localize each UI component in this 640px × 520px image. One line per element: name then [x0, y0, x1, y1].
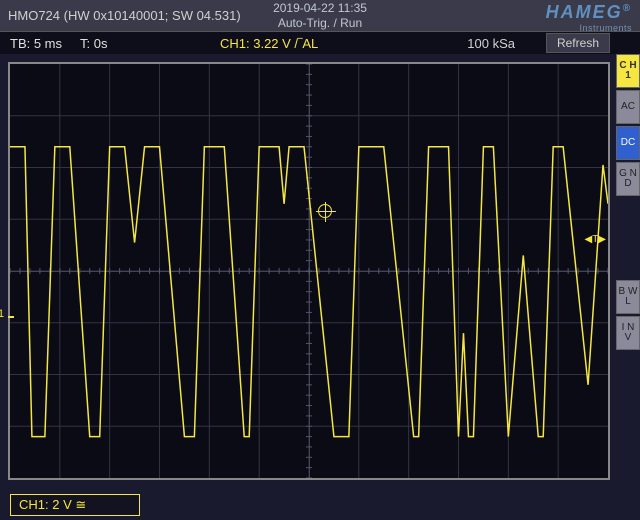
trigger-cursor-icon [318, 204, 332, 218]
ch1-zero-marker [8, 316, 14, 318]
brand-text: HAMEG [546, 2, 623, 22]
side-spacer [616, 198, 640, 278]
bandwidth-limit-button[interactable]: B W L [616, 280, 640, 314]
side-panel: C H 1 AC DC G N D B W L I N V [616, 54, 640, 350]
header-bar: HMO724 (HW 0x10140001; SW 04.531) 2019-0… [0, 0, 640, 32]
invert-button[interactable]: I N V [616, 316, 640, 350]
header-center: 2019-04-22 11:35 Auto-Trig. / Run [273, 1, 367, 30]
waveform-plot [10, 64, 608, 478]
trigger-mode: Auto-Trig. / Run [273, 16, 367, 30]
channel-1-button[interactable]: C H 1 [616, 54, 640, 88]
ch1-voltage: CH1: 3.22 V /‾AL [220, 36, 318, 51]
brand-logo: HAMEG® Instruments [546, 2, 632, 33]
coupling-gnd-button[interactable]: G N D [616, 162, 640, 196]
status-bar: TB: 5 ms T: 0s CH1: 3.22 V /‾AL 100 kSa … [0, 32, 640, 54]
sample-rate: 100 kSa [467, 36, 515, 51]
timebase-label: TB: 5 ms [10, 36, 62, 51]
refresh-button[interactable]: Refresh [546, 33, 610, 53]
device-id: HMO724 (HW 0x10140001; SW 04.531) [8, 8, 241, 23]
trigger-level-marker: ◀T▶ [585, 234, 607, 245]
coupling-dc-button[interactable]: DC [616, 126, 640, 160]
oscilloscope-grid: ◀T▶ [8, 62, 610, 480]
brand-sub: Instruments [546, 23, 632, 33]
timestamp: 2019-04-22 11:35 [273, 1, 367, 15]
coupling-ac-button[interactable]: AC [616, 90, 640, 124]
time-position: T: 0s [80, 36, 107, 51]
ch1-scale-badge: CH1: 2 V ≅ [10, 494, 140, 516]
